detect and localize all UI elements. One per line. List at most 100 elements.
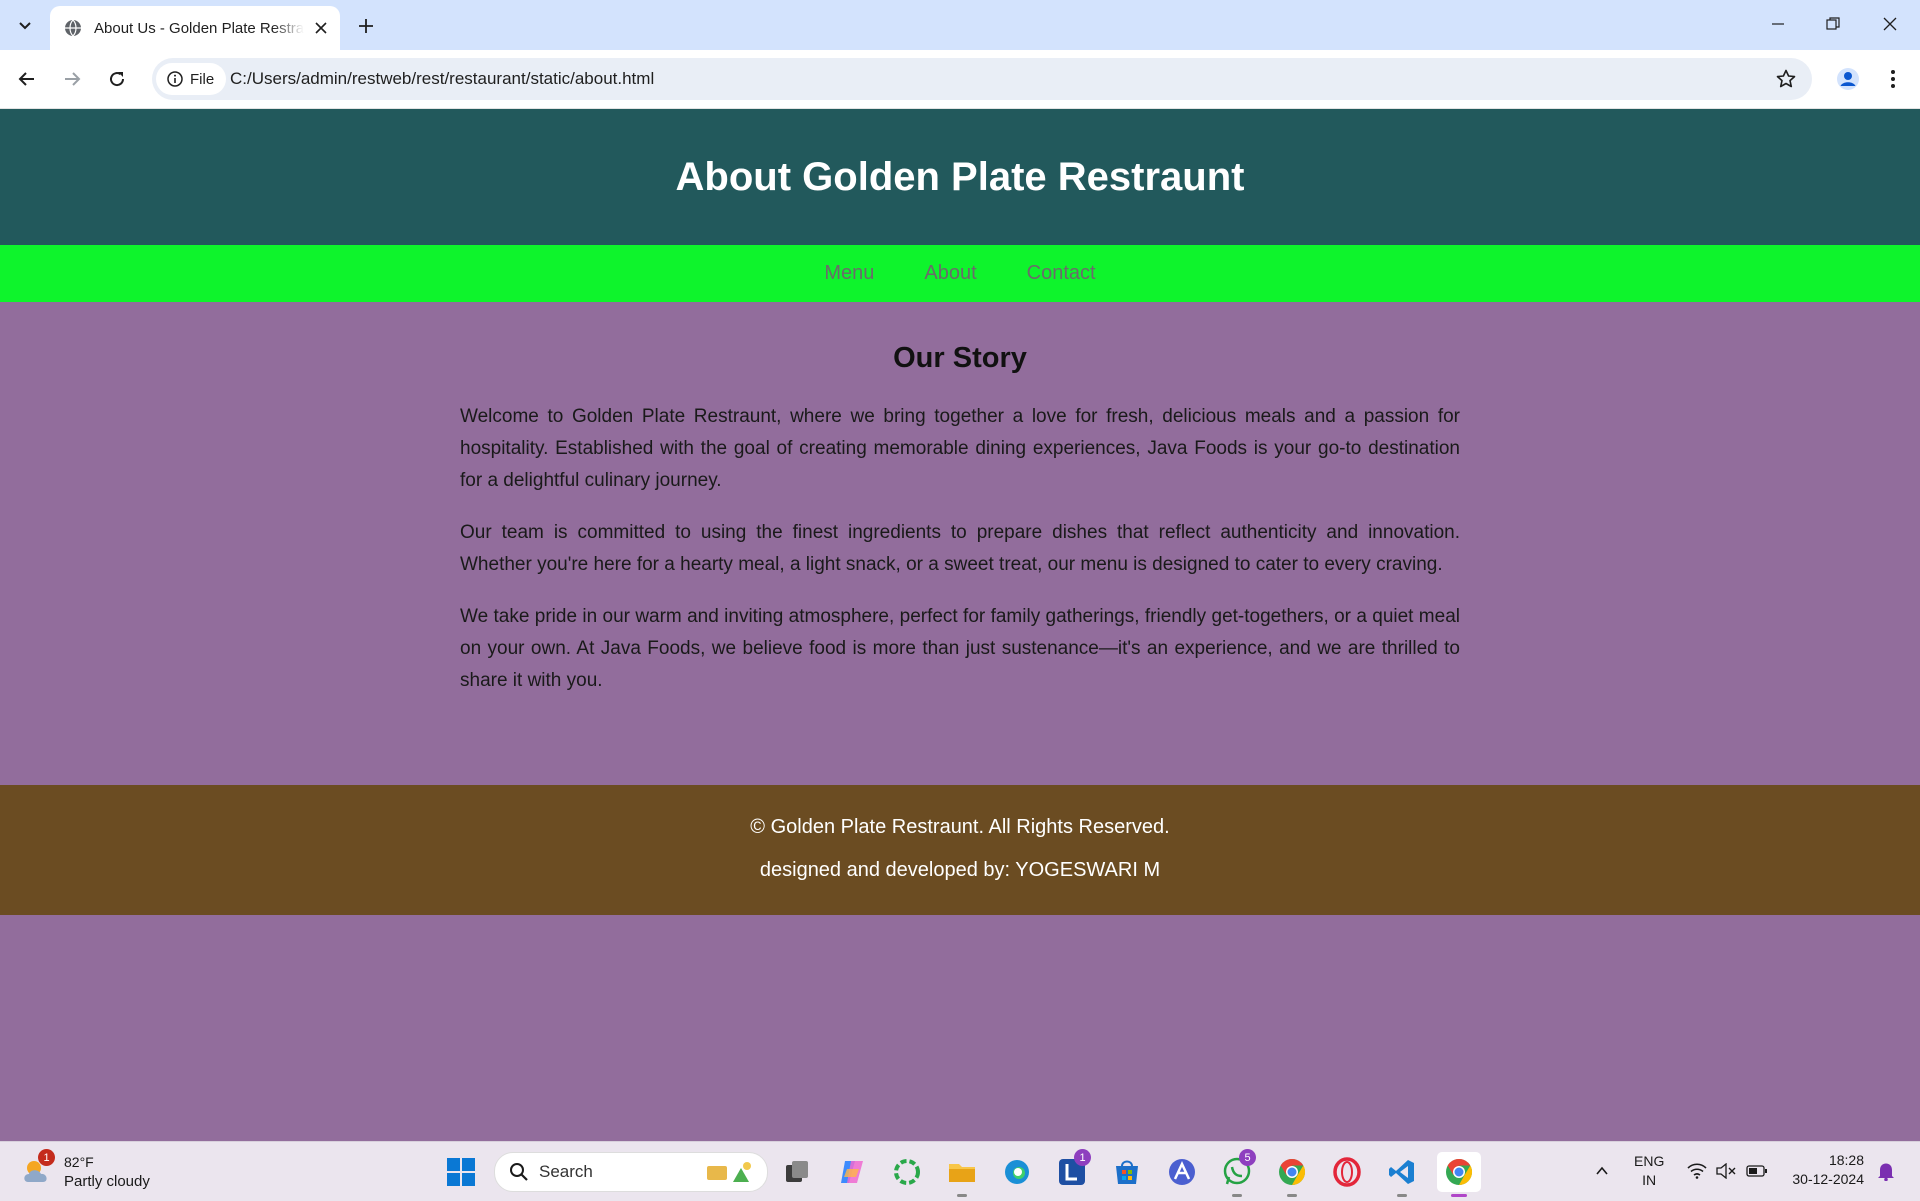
edge-icon: [1005, 1160, 1029, 1184]
close-tab-icon[interactable]: [310, 17, 332, 39]
whatsapp-badge: 5: [1239, 1149, 1256, 1166]
taskbar-arc-app[interactable]: [1162, 1152, 1202, 1192]
running-indicator: [1397, 1194, 1407, 1197]
tab-search-button[interactable]: [10, 12, 40, 38]
taskbar-search[interactable]: Search: [494, 1152, 768, 1192]
globe-icon: [62, 17, 84, 39]
show-hidden-icons-button[interactable]: [1590, 1159, 1614, 1183]
chrome-icon: [1279, 1158, 1306, 1186]
opera-icon: [1333, 1157, 1361, 1187]
clock-time: 18:28: [1828, 1152, 1864, 1168]
footer-copyright: © Golden Plate Restraunt. All Rights Res…: [750, 816, 1170, 838]
weather-temperature: 82°F: [64, 1154, 94, 1170]
nav-contact-link[interactable]: Contact: [1027, 262, 1096, 285]
weather-widget[interactable]: 1 82°F Partly cloudy: [20, 1149, 170, 1194]
active-indicator: [1451, 1194, 1467, 1197]
forward-button[interactable]: [56, 63, 88, 95]
volume-muted-icon[interactable]: [1714, 1159, 1738, 1183]
url-text[interactable]: C:/Users/admin/restweb/rest/restaurant/s…: [230, 69, 654, 89]
browser-tab-active[interactable]: About Us - Golden Plate Restraunt: [50, 6, 340, 50]
clock-date: 30-12-2024: [1792, 1171, 1864, 1187]
taskbar-copilot[interactable]: [832, 1152, 872, 1192]
site-header: About Golden Plate Restraunt: [0, 109, 1920, 245]
store-icon: [1116, 1160, 1138, 1184]
story-section: Our Story Welcome to Golden Plate Restra…: [460, 342, 1460, 717]
tab-title: About Us - Golden Plate Restraunt: [94, 19, 304, 37]
weather-condition: Partly cloudy: [64, 1173, 150, 1190]
l-app-badge: 1: [1074, 1149, 1091, 1166]
search-icon: [510, 1163, 528, 1181]
footer-credit: designed and developed by: YOGESWARI M: [759, 859, 1161, 881]
taskbar-vscode[interactable]: [1382, 1152, 1422, 1197]
chrome-icon: [1446, 1158, 1473, 1186]
language-indicator[interactable]: ENG IN: [1634, 1152, 1664, 1190]
running-indicator: [1232, 1194, 1242, 1197]
running-indicator: [957, 1194, 967, 1197]
taskbar-task-view[interactable]: [777, 1152, 817, 1192]
region-code: IN: [1642, 1172, 1657, 1188]
taskbar-chrome-active[interactable]: [1437, 1152, 1481, 1197]
site-footer: © Golden Plate Restraunt. All Rights Res…: [0, 785, 1920, 915]
browser-tabstrip: About Us - Golden Plate Restraunt: [0, 0, 1920, 50]
taskbar-file-explorer[interactable]: [942, 1152, 982, 1197]
address-bar[interactable]: File C:/Users/admin/restweb/rest/restaur…: [152, 58, 1812, 100]
story-paragraph-1: Welcome to Golden Plate Restraunt, where…: [460, 406, 1460, 491]
language-code: ENG: [1634, 1153, 1665, 1169]
taskbar-edge[interactable]: [997, 1152, 1037, 1192]
site-info-label: File: [190, 70, 215, 88]
profile-avatar[interactable]: [1832, 63, 1864, 95]
nav-menu-link[interactable]: Menu: [824, 262, 874, 285]
taskbar-chrome[interactable]: [1272, 1152, 1312, 1197]
arrow-left-icon: [18, 72, 34, 86]
folder-icon: [949, 1164, 975, 1182]
task-view-icon: [786, 1161, 808, 1182]
story-heading: Our Story: [893, 342, 1027, 374]
browser-menu-button[interactable]: [1878, 63, 1908, 95]
minimize-button[interactable]: [1758, 8, 1798, 40]
story-paragraph-2: Our team is committed to using the fines…: [460, 522, 1460, 575]
bookmark-star-icon[interactable]: [1774, 67, 1798, 91]
site-nav: Menu About Contact: [0, 245, 1920, 302]
taskbar-opera[interactable]: [1327, 1152, 1367, 1192]
new-tab-button[interactable]: [352, 12, 380, 40]
chevron-up-icon: [1596, 1166, 1608, 1175]
reload-button[interactable]: [101, 63, 133, 95]
reload-icon: [110, 72, 125, 87]
search-highlight-icon: [707, 1162, 751, 1182]
wifi-icon[interactable]: [1685, 1159, 1709, 1183]
windows-logo-icon: [447, 1158, 475, 1186]
site-info-chip[interactable]: File: [156, 63, 226, 95]
taskbar-green-app[interactable]: [887, 1152, 927, 1192]
vscode-icon: [1389, 1160, 1414, 1184]
green-ring-app-icon: [894, 1159, 920, 1185]
restore-icon: [1826, 17, 1840, 30]
search-placeholder: Search: [539, 1162, 593, 1181]
plus-icon: [359, 19, 373, 33]
taskbar-whatsapp[interactable]: 5: [1217, 1149, 1257, 1197]
kebab-menu-icon: [1891, 70, 1895, 88]
system-clock[interactable]: 18:28 30-12-2024: [1786, 1151, 1864, 1189]
arrow-right-icon: [65, 72, 81, 86]
taskbar-store[interactable]: [1107, 1152, 1147, 1192]
restore-button[interactable]: [1813, 8, 1853, 40]
minimize-icon: [1772, 23, 1784, 25]
close-window-button[interactable]: [1870, 8, 1910, 40]
close-icon: [1883, 17, 1897, 31]
copilot-icon: [841, 1161, 863, 1183]
info-icon: [166, 70, 184, 88]
nav-about-link[interactable]: About: [924, 262, 976, 285]
weather-badge: 1: [38, 1149, 55, 1166]
notification-bell-icon[interactable]: [1874, 1159, 1898, 1183]
account-icon: [1837, 68, 1859, 90]
page-title: About Golden Plate Restraunt: [675, 154, 1245, 199]
taskbar-l-app[interactable]: 1: [1052, 1149, 1092, 1192]
story-paragraph-3: We take pride in our warm and inviting a…: [460, 606, 1460, 691]
a-logo-app-icon: [1169, 1159, 1195, 1185]
start-button[interactable]: [441, 1152, 481, 1192]
running-indicator: [1287, 1194, 1297, 1197]
battery-icon[interactable]: [1745, 1159, 1769, 1183]
taskbar: 1 82°F Partly cloudy Search 1 5 ENG IN 1…: [0, 1141, 1920, 1201]
chevron-down-icon: [19, 22, 31, 30]
browser-toolbar: File C:/Users/admin/restweb/rest/restaur…: [0, 50, 1920, 109]
back-button[interactable]: [11, 63, 43, 95]
